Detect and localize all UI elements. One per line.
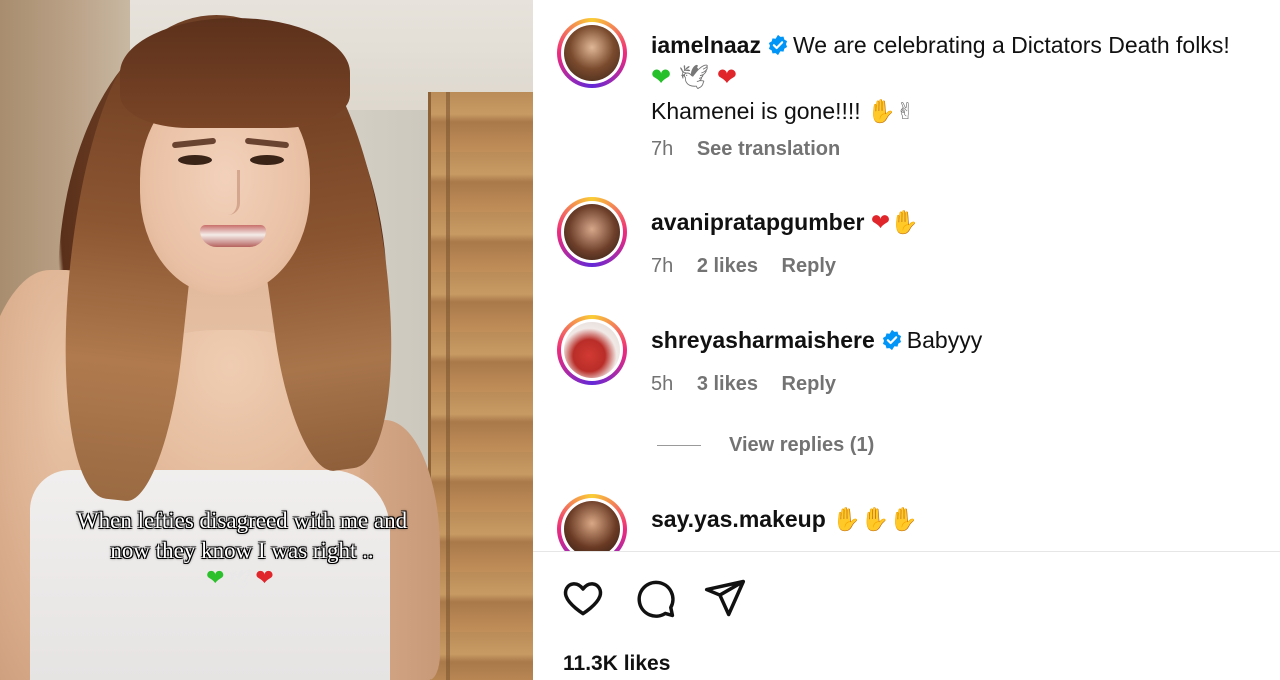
avatar-photo xyxy=(564,25,620,81)
comment-username[interactable]: iamelnaaz xyxy=(651,32,761,58)
comment-username[interactable]: say.yas.makeup xyxy=(651,506,826,532)
comment-username[interactable]: shreyasharmaishere xyxy=(651,327,875,353)
comment-icon[interactable] xyxy=(633,576,677,620)
avatar[interactable] xyxy=(557,18,627,88)
comment-username[interactable]: avanipratapgumber xyxy=(651,209,864,235)
avatar-photo xyxy=(564,322,620,378)
raising-hands-icon: ✋ xyxy=(890,210,919,236)
comment-meta: 5h 3 likes Reply xyxy=(651,373,854,396)
verified-icon xyxy=(768,34,788,56)
comment-text: iamelnaaz We are celebrating a Dictators … xyxy=(651,30,1230,60)
red-heart-icon: ❤ xyxy=(870,210,891,236)
dove-icon: 🕊 xyxy=(228,569,256,590)
photo-eye xyxy=(178,155,212,165)
comment-body: Babyyy xyxy=(906,327,983,353)
heart-icon[interactable] xyxy=(561,576,605,620)
clapping-hands-icon: ✋ xyxy=(832,507,861,533)
red-heart-icon: ❤ xyxy=(716,63,737,91)
clapping-hands-icon: ✋ xyxy=(867,99,896,125)
avatar-photo xyxy=(564,501,620,551)
photo-nose xyxy=(218,170,240,215)
media-overlay-emojis: ❤🕊❤ xyxy=(0,566,484,591)
comment-likes[interactable]: 3 likes xyxy=(697,373,758,395)
comment-time: 7h xyxy=(651,255,674,277)
clapping-hands-icon: ✋ xyxy=(860,507,890,533)
comment-body: We are celebrating a Dictators Death fol… xyxy=(792,32,1230,58)
photo-mouth xyxy=(200,225,266,247)
reply-button[interactable]: Reply xyxy=(782,255,836,277)
photo-hair-top xyxy=(120,18,350,128)
share-icon[interactable] xyxy=(703,576,747,620)
comment-emojis: ❤ 🕊 ❤ xyxy=(651,62,737,92)
avatar[interactable] xyxy=(557,197,627,267)
clapping-hands-icon: ✋ xyxy=(889,507,919,533)
red-heart-icon: ❤ xyxy=(255,566,278,591)
comment-text-line: Khamenei is gone!!!! ✋✌ xyxy=(651,96,915,127)
avatar[interactable] xyxy=(557,315,627,385)
verified-icon xyxy=(882,329,901,351)
green-heart-icon: ❤ xyxy=(651,63,672,91)
comment-time: 5h xyxy=(651,373,674,395)
avatar[interactable] xyxy=(557,494,627,551)
comment-body: Khamenei is gone!!!! xyxy=(651,98,861,124)
dove-icon: 🕊 xyxy=(678,63,710,91)
avatar-photo xyxy=(564,204,620,260)
media-overlay-caption: When lefties disagreed with me and now t… xyxy=(0,506,484,566)
view-replies-button[interactable]: View replies (1) xyxy=(657,434,874,457)
comment-text: shreyasharmaishere Babyyy xyxy=(651,325,982,355)
post-media[interactable]: When lefties disagreed with me and now t… xyxy=(0,0,533,680)
comment-time: 7h xyxy=(651,138,674,160)
green-heart-icon: ❤ xyxy=(206,566,229,591)
reply-button[interactable]: Reply xyxy=(782,373,836,395)
caption-line: When lefties disagreed with me and xyxy=(76,508,408,533)
comment-meta: 7h See translation xyxy=(651,138,858,161)
post-actions-bar: 11.3K likes xyxy=(533,552,1280,680)
comment-likes[interactable]: 2 likes xyxy=(697,255,758,277)
victory-hand-icon: ✌ xyxy=(895,99,915,125)
view-replies-dash xyxy=(657,445,701,447)
caption-line: now they know I was right .. xyxy=(110,538,374,563)
comment-text: say.yas.makeup ✋✋✋ xyxy=(651,504,918,535)
comment-meta: 7h 2 likes Reply xyxy=(651,255,854,278)
comment-text: avanipratapgumber ❤✋ xyxy=(651,207,919,238)
comments-panel[interactable]: iamelnaaz We are celebrating a Dictators … xyxy=(533,0,1280,551)
likes-count[interactable]: 11.3K likes xyxy=(563,652,670,676)
see-translation-link[interactable]: See translation xyxy=(697,138,840,160)
view-replies-label: View replies (1) xyxy=(729,434,875,456)
photo-eye xyxy=(250,155,284,165)
